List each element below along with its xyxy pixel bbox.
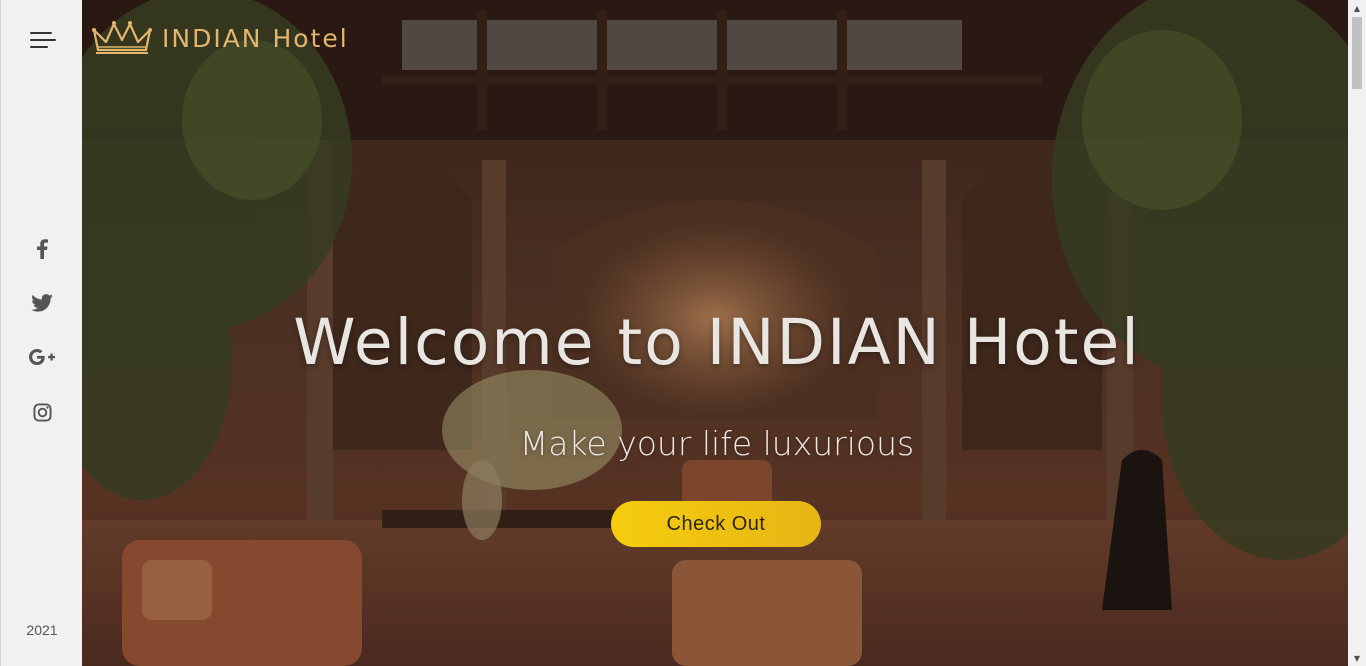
instagram-icon[interactable] <box>1 397 83 427</box>
sidebar: 2021 <box>0 0 82 666</box>
brand-name: INDIAN Hotel <box>162 23 349 53</box>
hero-subheadline: Make your life luxurious <box>519 424 915 463</box>
hero-section: INDIAN Hotel Welcome to INDIAN Hotel Mak… <box>82 0 1348 666</box>
crown-icon <box>90 16 154 60</box>
hamburger-menu-icon[interactable] <box>27 28 59 54</box>
facebook-icon[interactable] <box>1 234 83 264</box>
brand-logo[interactable]: INDIAN Hotel <box>90 18 349 58</box>
hero-headline: Welcome to INDIAN Hotel <box>293 306 1141 379</box>
google-plus-icon[interactable] <box>1 342 83 372</box>
vertical-scrollbar[interactable]: ▲ ▼ <box>1348 0 1366 666</box>
scroll-down-arrow[interactable]: ▼ <box>1348 650 1366 666</box>
copyright-year: 2021 <box>26 622 58 638</box>
scroll-up-arrow[interactable]: ▲ <box>1348 0 1366 16</box>
scroll-thumb[interactable] <box>1352 17 1362 89</box>
check-out-button[interactable]: Check Out <box>611 501 821 547</box>
twitter-icon[interactable] <box>1 288 83 318</box>
